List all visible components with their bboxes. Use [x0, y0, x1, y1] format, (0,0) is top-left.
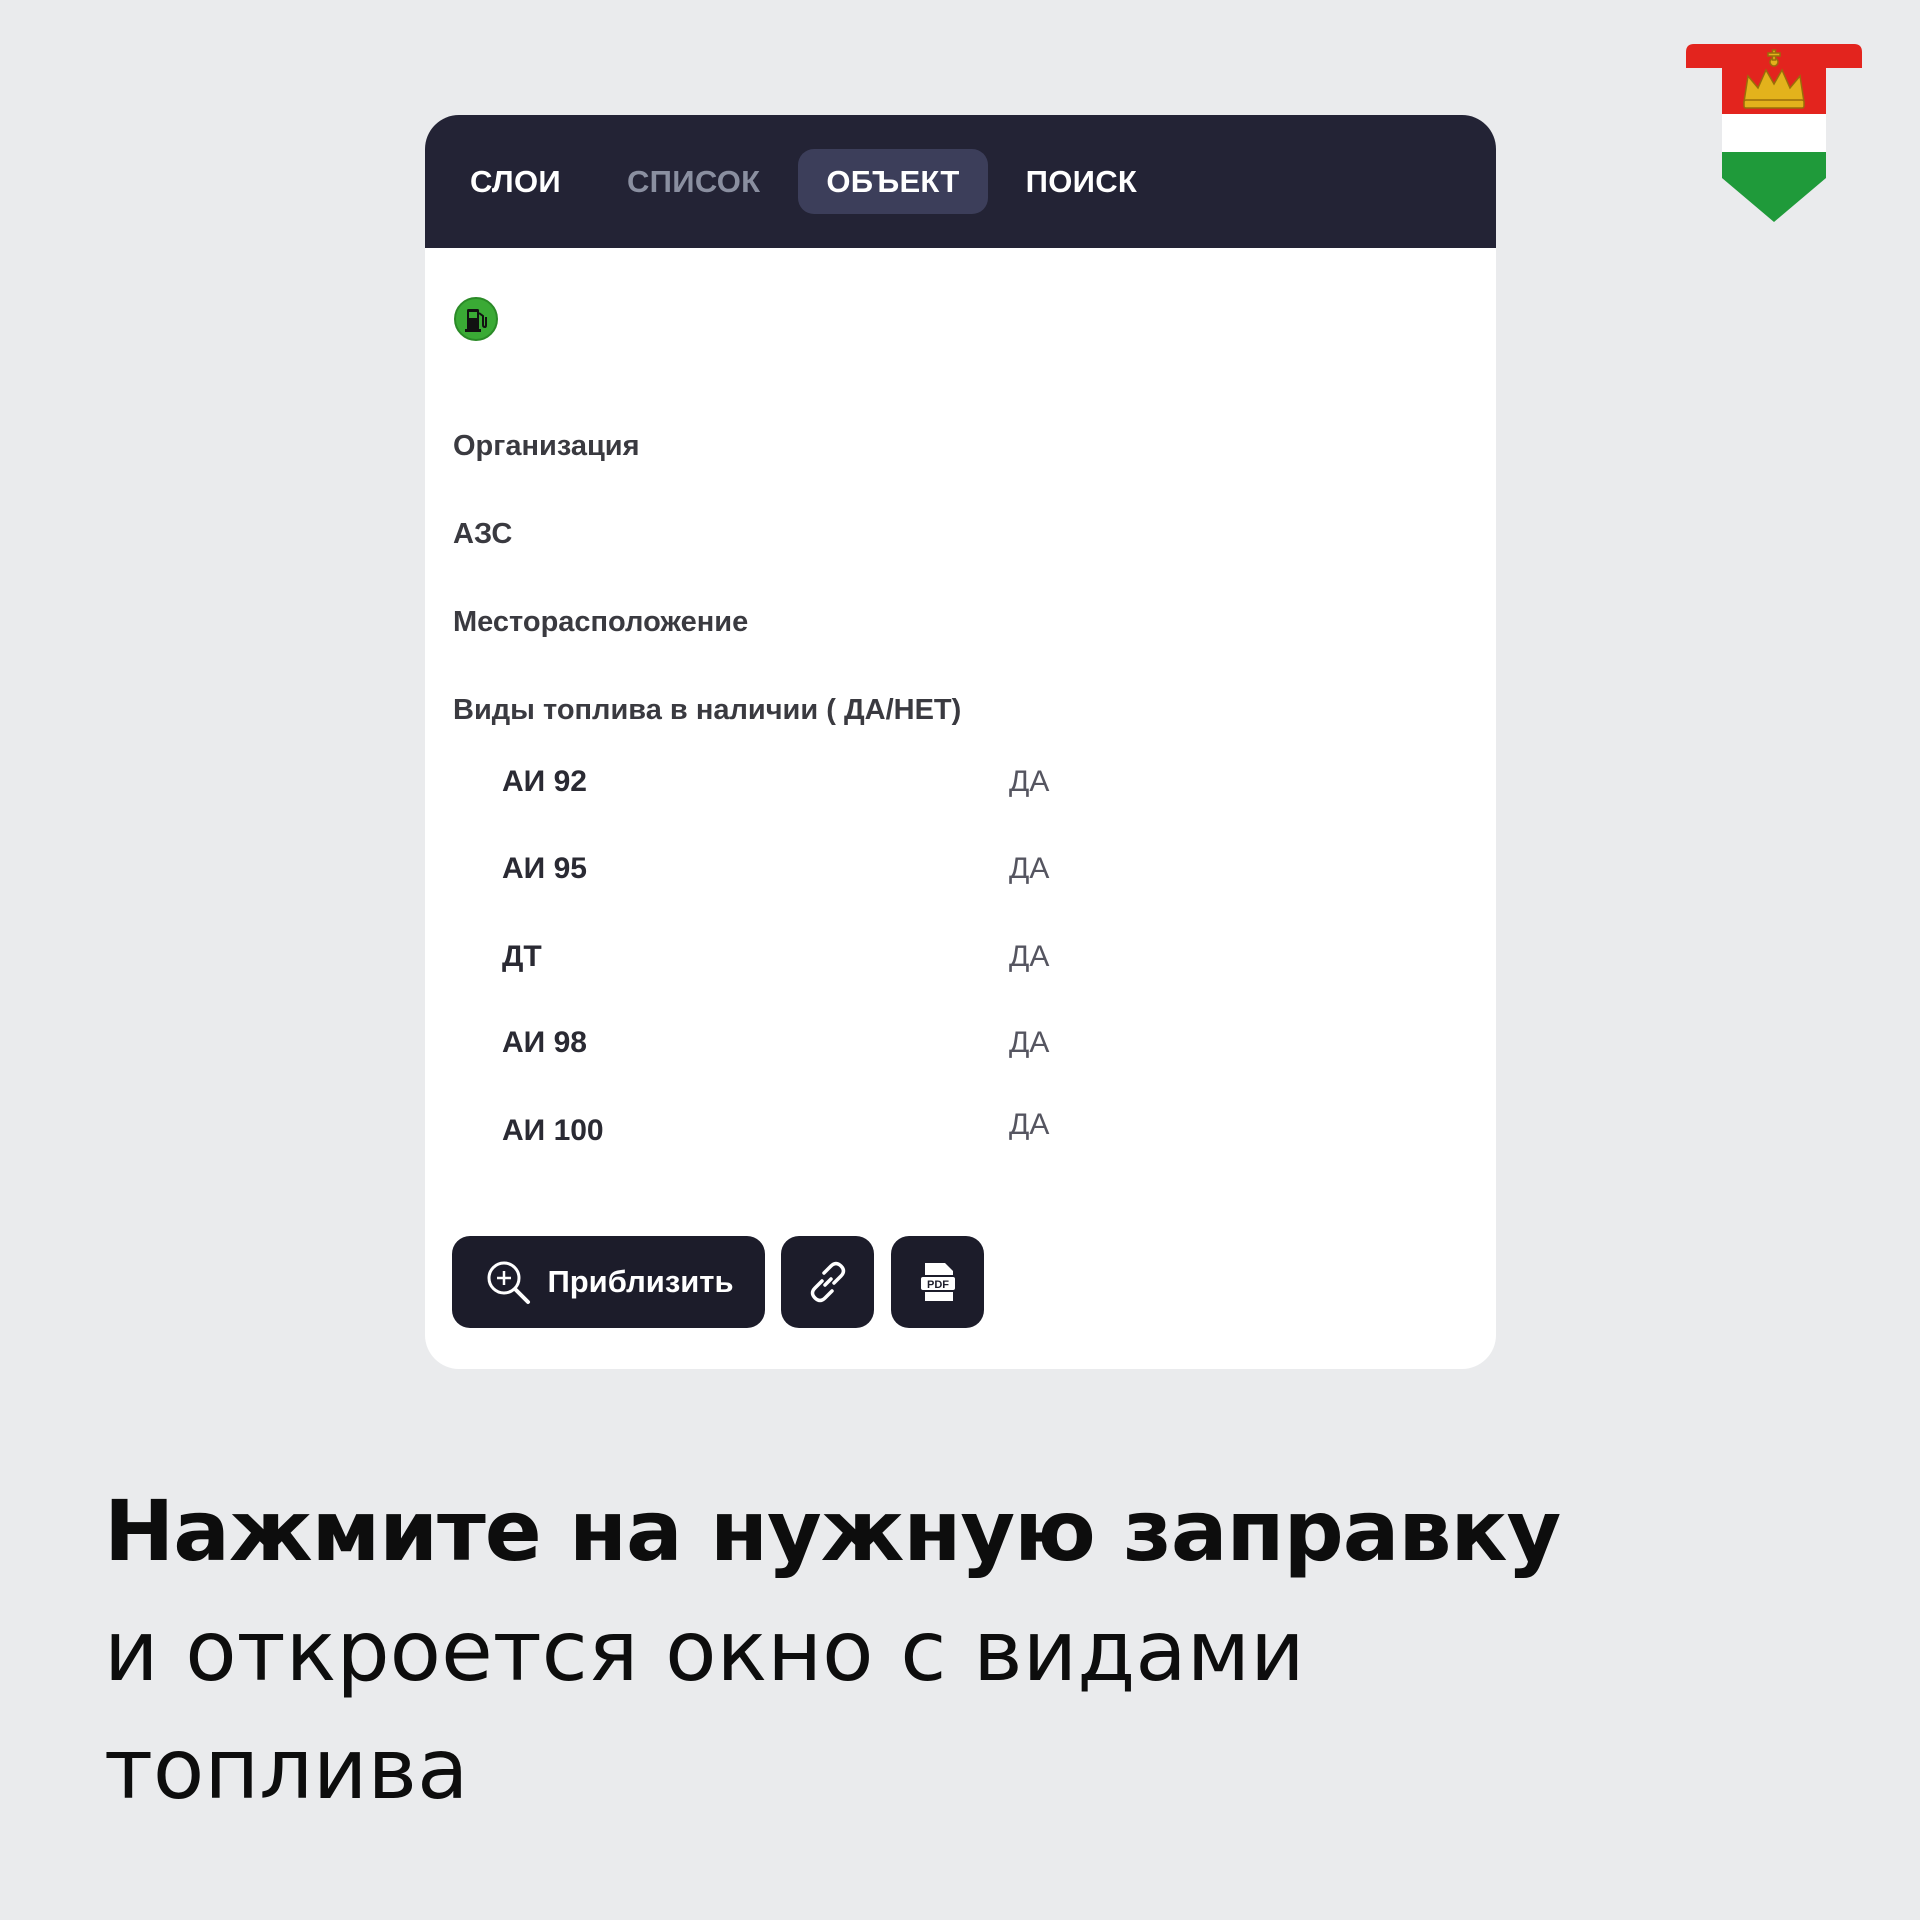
tab-search[interactable]: ПОИСК — [998, 149, 1165, 214]
export-pdf-button[interactable]: PDF — [891, 1236, 984, 1328]
fuel-row-label: АИ 92 — [502, 765, 587, 798]
tab-list[interactable]: СПИСОК — [599, 149, 788, 214]
zoom-in-button[interactable]: Приблизить — [452, 1236, 765, 1328]
fuel-types-header: Виды топлива в наличии ( ДА/НЕТ) — [453, 694, 962, 726]
object-info-panel: СЛОИ СПИСОК ОБЪЕКТ ПОИСК Организация АЗС… — [425, 115, 1496, 1369]
fuel-row-value: ДА — [1009, 940, 1050, 973]
fuel-row-value: ДА — [1009, 1026, 1050, 1059]
link-icon — [810, 1261, 845, 1303]
panel-tabs: СЛОИ СПИСОК ОБЪЕКТ ПОИСК — [425, 115, 1496, 248]
caption-line-3: топлива — [104, 1720, 469, 1818]
pdf-icon: PDF — [918, 1263, 957, 1301]
fuel-row-value: ДА — [1009, 1108, 1050, 1141]
station-type-label: АЗС — [453, 518, 513, 550]
fuel-row-label: АИ 100 — [502, 1114, 604, 1147]
fuel-row-label: ДТ — [502, 940, 542, 973]
fuel-row-value: ДА — [1009, 765, 1050, 798]
fuel-station-icon — [454, 297, 498, 341]
pdf-icon-text: PDF — [927, 1279, 949, 1291]
emblem-logo — [1686, 44, 1862, 222]
zoom-in-label: Приблизить — [547, 1264, 734, 1299]
fuel-row-label: АИ 98 — [502, 1026, 587, 1059]
tab-object[interactable]: ОБЪЕКТ — [798, 149, 988, 214]
caption-line-2: и откроется окно с видами — [104, 1602, 1305, 1700]
location-label: Месторасположение — [453, 606, 749, 638]
tab-layers[interactable]: СЛОИ — [442, 149, 589, 214]
fuel-row-value: ДА — [1009, 852, 1050, 885]
organization-label: Организация — [453, 430, 640, 462]
caption-headline: Нажмите на нужную заправку — [104, 1482, 1561, 1580]
zoom-in-icon — [487, 1261, 531, 1304]
copy-link-button[interactable] — [781, 1236, 874, 1328]
fuel-row-label: АИ 95 — [502, 852, 587, 885]
